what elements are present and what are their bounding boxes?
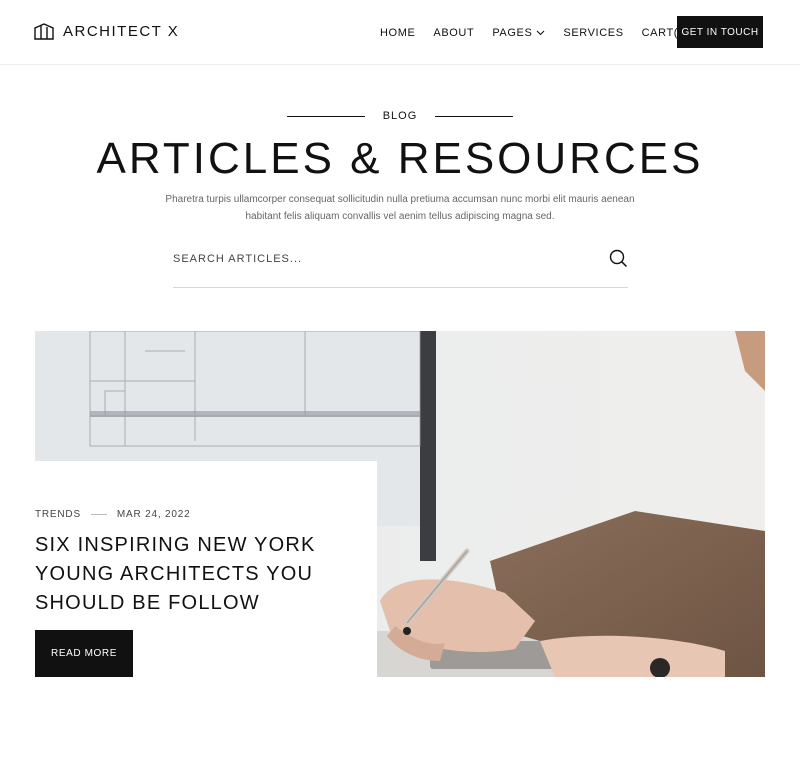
search-button[interactable]: [609, 249, 628, 273]
main-nav: HOME ABOUT PAGES SERVICES CART(3): [380, 0, 707, 65]
nav-label: HOME: [380, 26, 416, 39]
post-date: MAR 24, 2022: [116, 509, 191, 520]
post-title[interactable]: SIX INSPIRING NEW YORK YOUNG ARCHITECTS …: [35, 531, 335, 618]
post-card: TRENDS MAR 24, 2022 SIX INSPIRING NEW YO…: [35, 461, 377, 677]
building-icon: [34, 23, 54, 40]
nav-item-pages[interactable]: PAGES: [492, 27, 545, 39]
section-eyebrow: BLOG: [0, 110, 800, 122]
divider: [435, 115, 514, 117]
get-in-touch-button[interactable]: GET IN TOUCH: [677, 16, 763, 48]
nav-item-about[interactable]: ABOUT: [433, 27, 474, 39]
nav-item-home[interactable]: HOME: [380, 27, 415, 39]
search-bar: [173, 245, 628, 288]
divider: [90, 514, 107, 515]
divider: [286, 115, 365, 117]
logo-text: ARCHITECT X: [63, 22, 180, 40]
nav-item-services[interactable]: SERVICES: [563, 27, 623, 39]
intro-text: Pharetra turpis ullamcorper consequat so…: [165, 194, 635, 222]
search-icon: [609, 249, 628, 268]
chevron-down-icon: [537, 30, 545, 35]
nav-label: PAGES: [492, 26, 533, 39]
nav-label: SERVICES: [563, 26, 624, 39]
eyebrow-label: BLOG: [382, 110, 418, 122]
site-header: ARCHITECT X HOME ABOUT PAGES SERVICES CA…: [0, 0, 800, 65]
post-category[interactable]: TRENDS: [35, 509, 81, 520]
post-meta: TRENDS MAR 24, 2022: [35, 509, 190, 520]
search-input[interactable]: [173, 245, 573, 273]
nav-label: ABOUT: [433, 26, 475, 39]
logo[interactable]: ARCHITECT X: [34, 22, 179, 40]
read-more-button[interactable]: READ MORE: [35, 630, 133, 677]
page-title: ARTICLES & RESOURCES: [96, 134, 704, 183]
